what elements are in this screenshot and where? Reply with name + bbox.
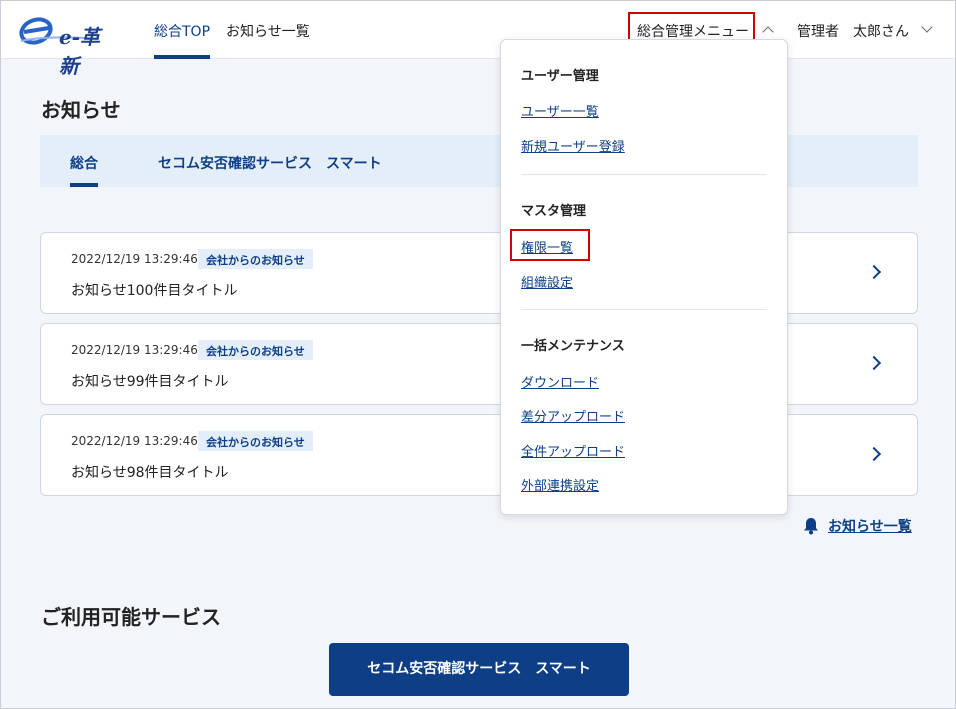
bell-icon: [804, 518, 818, 535]
nav-active-indicator: [154, 55, 210, 59]
top-header: e-革新 総合TOP お知らせ一覧 総合管理メニュー 管理者 太郎さん: [1, 1, 955, 78]
user-name[interactable]: 太郎さん: [853, 21, 909, 41]
news-date: 2022/12/19 13:29:46: [71, 434, 198, 448]
secom-service-button[interactable]: セコム安否確認サービス スマート: [329, 643, 629, 696]
dropdown-link-diff-upload[interactable]: 差分アップロード: [521, 406, 625, 425]
dropdown-divider: [521, 174, 767, 175]
news-section-title: お知らせ: [41, 98, 121, 122]
chevron-down-icon[interactable]: [921, 21, 933, 33]
dropdown-link-full-upload[interactable]: 全件アップロード: [521, 441, 625, 460]
news-item-title: お知らせ100件目タイトル: [71, 283, 238, 299]
services-section-title: ご利用可能サービス: [41, 605, 221, 629]
nav-top-link[interactable]: 総合TOP: [154, 21, 210, 41]
user-role: 管理者: [797, 24, 839, 40]
chevron-up-icon[interactable]: [762, 26, 774, 38]
dropdown-link-organization[interactable]: 組織設定: [521, 272, 573, 291]
dropdown-link-permission-list[interactable]: 権限一覧: [521, 237, 573, 256]
chevron-right-icon: [866, 355, 882, 371]
dropdown-divider: [521, 309, 767, 310]
logo-text: e-革新: [59, 25, 101, 78]
tab-active-indicator: [70, 183, 98, 187]
dropdown-link-download[interactable]: ダウンロード: [521, 372, 599, 391]
tab-all[interactable]: 総合: [70, 153, 98, 173]
news-item-title: お知らせ99件目タイトル: [71, 374, 229, 390]
dropdown-link-new-user[interactable]: 新規ユーザー登録: [521, 136, 625, 155]
tab-secom-smart[interactable]: セコム安否確認サービス スマート: [158, 153, 382, 173]
news-category-badge: 会社からのお知らせ: [198, 340, 313, 360]
admin-dropdown-menu: ユーザー管理 ユーザー一覧 新規ユーザー登録 マスタ管理 権限一覧 組織設定 一…: [500, 39, 788, 515]
dropdown-link-user-list[interactable]: ユーザー一覧: [521, 101, 599, 120]
admin-menu-button[interactable]: 総合管理メニュー: [628, 12, 755, 41]
news-date: 2022/12/19 13:29:46: [71, 252, 198, 266]
dropdown-group-heading: ユーザー管理: [521, 69, 599, 84]
news-list-link[interactable]: お知らせ一覧: [803, 517, 912, 535]
dropdown-group-heading: マスタ管理: [521, 204, 587, 219]
logo[interactable]: e-革新: [19, 13, 105, 78]
news-category-badge: 会社からのお知らせ: [198, 431, 313, 451]
dropdown-group-heading: 一括メンテナンス: [521, 339, 625, 354]
news-list-label[interactable]: お知らせ一覧: [828, 516, 912, 536]
news-item-title: お知らせ98件目タイトル: [71, 465, 229, 481]
chevron-right-icon: [866, 446, 882, 462]
dropdown-link-external[interactable]: 外部連携設定: [521, 475, 599, 494]
news-category-badge: 会社からのお知らせ: [198, 249, 313, 269]
news-date: 2022/12/19 13:29:46: [71, 343, 198, 357]
nav-news-list-link[interactable]: お知らせ一覧: [226, 21, 310, 41]
admin-menu-label: 総合管理メニュー: [637, 24, 749, 40]
chevron-right-icon: [866, 264, 882, 280]
